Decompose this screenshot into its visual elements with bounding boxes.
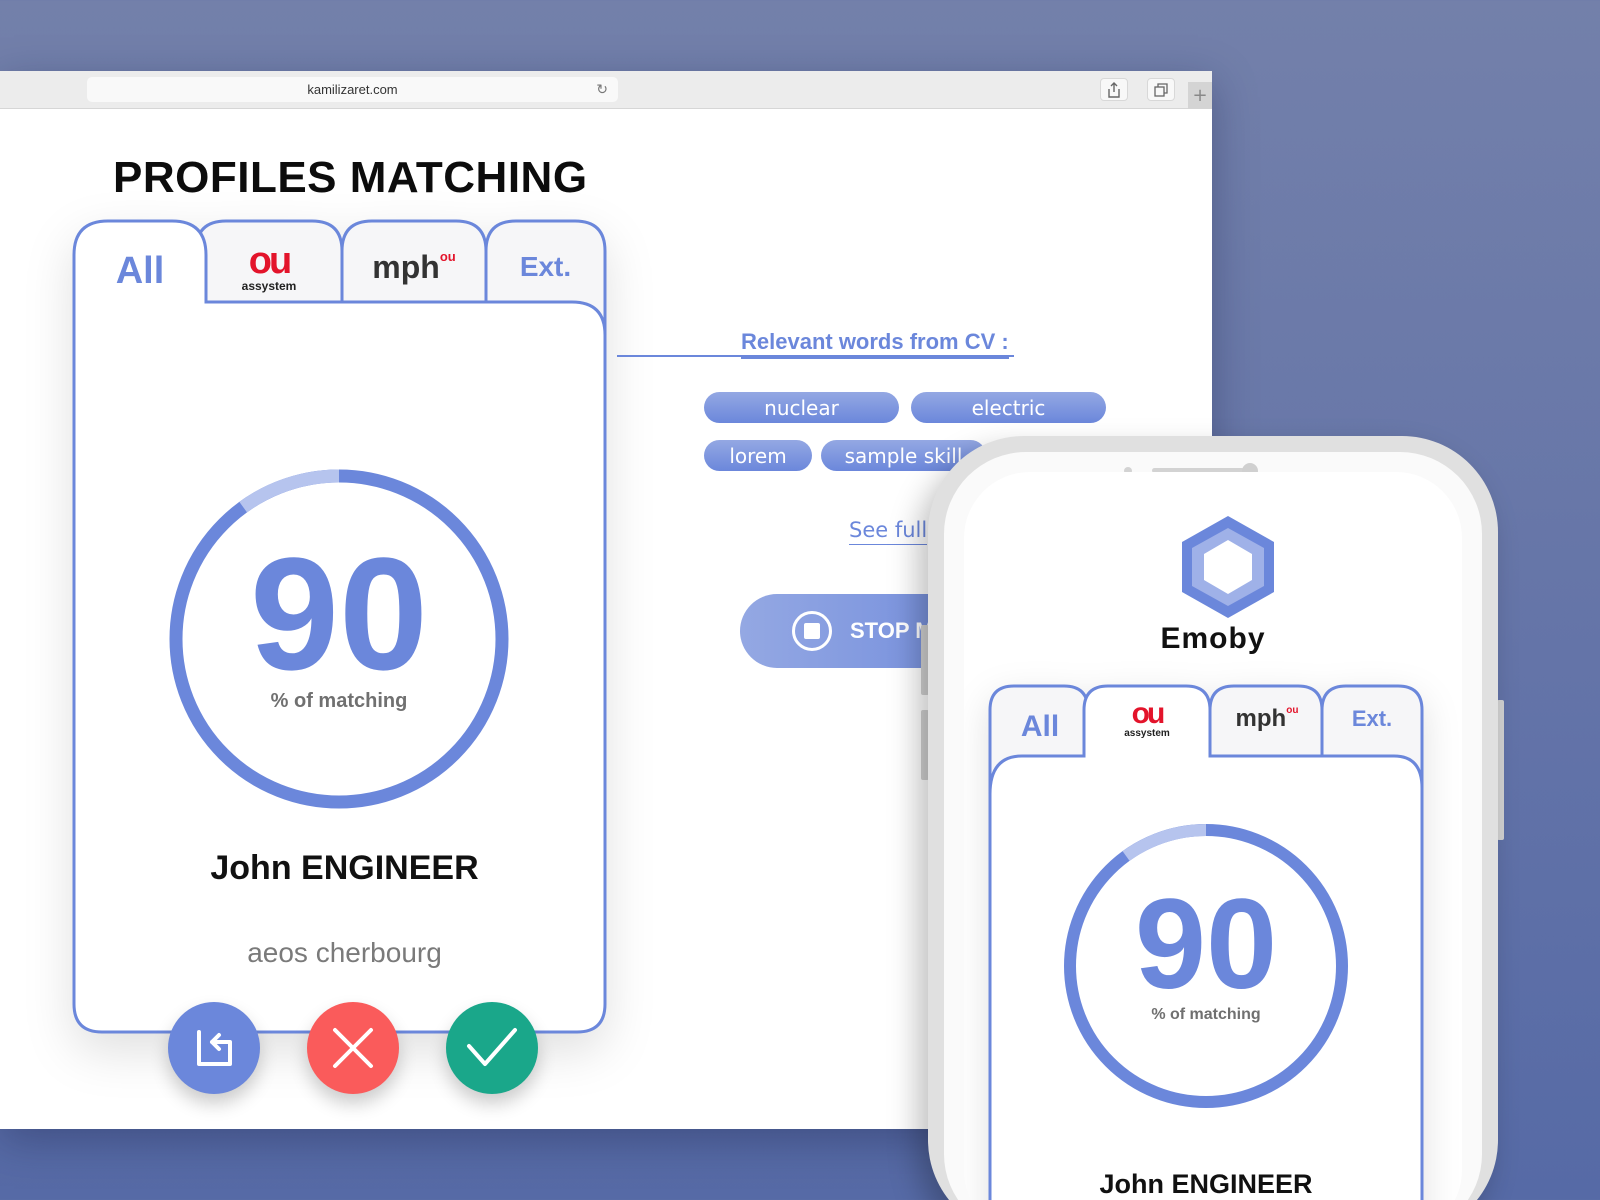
mph-logo-sup: ou (1286, 705, 1299, 716)
assystem-logo-word: assystem (1124, 728, 1170, 739)
mobile-candidate-name: John ENGINEER (1099, 1169, 1313, 1199)
score-display: 90 % of matching (189, 524, 489, 713)
new-tab-button[interactable]: + (1188, 82, 1212, 109)
see-full-link[interactable]: See full (849, 518, 928, 545)
profile-card: All ou assystem mph ou Ext. 90 % of matc… (72, 219, 617, 1034)
address-bar[interactable]: kamilizaret.com ↻ (87, 77, 618, 102)
mobile-score-value: 90 (1134, 873, 1278, 1016)
score-value: 90 (250, 524, 428, 703)
back-button[interactable] (168, 1002, 260, 1094)
phone-screen: Emoby All ou assystem mph ou Ext. 90 % o… (964, 472, 1462, 1200)
relevant-words-title: Relevant words from CV : (741, 329, 1009, 359)
keyword-chip[interactable]: electric (911, 392, 1106, 423)
mobile-tab-all[interactable]: All (992, 702, 1088, 752)
mobile-tab-mph[interactable]: mph ou (1212, 694, 1322, 744)
brand-name: Emoby (1160, 622, 1266, 655)
candidate-name: John ENGINEER (210, 849, 479, 887)
back-icon (197, 1030, 232, 1066)
tab-ext[interactable]: Ext. (488, 237, 603, 297)
reload-icon[interactable]: ↻ (596, 81, 608, 97)
mobile-profile-card: All ou assystem mph ou Ext. 90 % of matc… (988, 684, 1428, 1200)
tab-mph[interactable]: mph ou (344, 237, 484, 297)
tab-assystem[interactable]: ou assystem (198, 237, 340, 297)
score-label: % of matching (270, 690, 408, 712)
phone-frame: Emoby All ou assystem mph ou Ext. 90 % o… (928, 436, 1498, 1200)
assystem-logo-icon: ou assystem (242, 242, 297, 292)
check-icon (467, 1028, 517, 1066)
mph-logo-word: mph (372, 248, 440, 285)
phone-power-button (1497, 700, 1504, 840)
assystem-logo-mark: ou (248, 240, 292, 282)
phone-bezel: Emoby All ou assystem mph ou Ext. 90 % o… (944, 452, 1482, 1200)
page-title: PROFILES MATCHING (113, 153, 588, 202)
mobile-score-display: 90 % of matching (1076, 873, 1336, 1024)
assystem-logo-word: assystem (241, 279, 297, 293)
browser-toolbar: kamilizaret.com ↻ + (0, 71, 1212, 109)
mph-logo-word: mph (1235, 705, 1287, 732)
mph-logo-icon: mph ou (372, 249, 455, 286)
accept-button[interactable] (446, 1002, 538, 1094)
close-icon (333, 1028, 373, 1068)
candidate-company: aeos cherbourg (247, 937, 442, 968)
keyword-chip[interactable]: lorem (704, 440, 812, 471)
mobile-score-label: % of matching (1151, 1006, 1261, 1023)
reject-button[interactable] (307, 1002, 399, 1094)
mph-logo-icon: mph ou (1236, 705, 1299, 733)
hexagon-logo-icon (1182, 516, 1274, 618)
tabs-icon[interactable] (1147, 78, 1175, 101)
url-text: kamilizaret.com (307, 82, 398, 97)
keyword-chip[interactable]: nuclear (704, 392, 899, 423)
share-icon[interactable] (1100, 78, 1128, 101)
mph-logo-sup: ou (439, 248, 456, 264)
assystem-logo-mark: ou (1131, 697, 1166, 730)
stop-icon (792, 611, 832, 651)
tab-all[interactable]: All (76, 241, 204, 301)
mobile-tab-ext[interactable]: Ext. (1324, 694, 1420, 744)
assystem-logo-icon: ou assystem (1124, 699, 1170, 739)
mobile-tab-assystem[interactable]: ou assystem (1086, 694, 1208, 744)
